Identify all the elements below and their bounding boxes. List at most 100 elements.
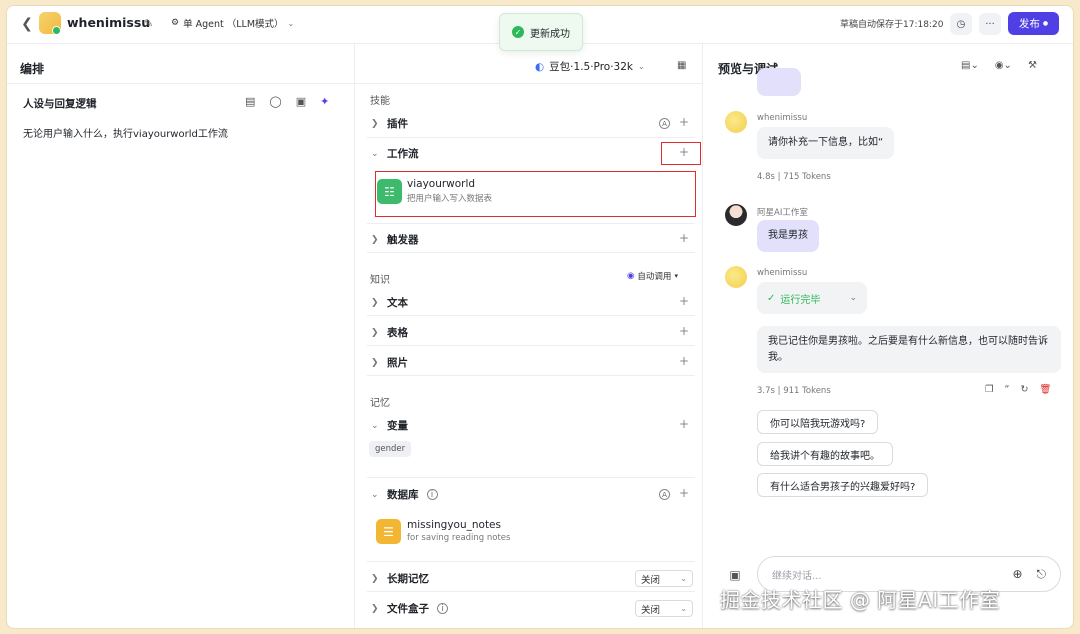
- auto-call-label: 自动调用: [637, 272, 672, 282]
- workflow-item-desc: 把用户输入写入数据表: [407, 194, 493, 204]
- add-trigger-icon[interactable]: +: [679, 231, 689, 245]
- file-box-row[interactable]: ❯ 文件盒子 i: [371, 601, 448, 616]
- online-badge-icon: [52, 26, 61, 35]
- workflow-item-name[interactable]: viayourworld: [407, 178, 475, 190]
- skills-label: 技能: [370, 96, 390, 107]
- microphone-icon[interactable]: ⎋: [1037, 567, 1047, 582]
- workflow-row[interactable]: ⌄ 工作流: [371, 146, 419, 161]
- auto-icon[interactable]: A: [659, 118, 670, 129]
- more-button[interactable]: ···: [979, 13, 1001, 35]
- add-table-icon[interactable]: +: [679, 324, 689, 338]
- divider: [367, 345, 695, 346]
- chevron-down-icon: ⌄: [849, 293, 857, 303]
- suggestion-chip[interactable]: 有什么适合男孩子的兴趣爱好吗?: [757, 473, 929, 497]
- grid-icon[interactable]: ▦: [677, 60, 686, 71]
- suggestion-chip[interactable]: 你可以陪我玩游戏吗?: [757, 410, 879, 434]
- chevron-down-icon: ⌄: [371, 148, 379, 159]
- file-box-select[interactable]: 关闭 ⌄: [635, 600, 693, 617]
- edit-icon[interactable]: ✎: [144, 17, 153, 30]
- sparkle-icon[interactable]: ✦: [320, 95, 329, 108]
- chevron-right-icon: ❯: [371, 234, 379, 245]
- bulb-icon[interactable]: ◯: [269, 95, 281, 108]
- success-check-icon: ✓: [512, 26, 524, 38]
- auto-call-selector[interactable]: ◉ 自动调用 ▾: [627, 270, 678, 282]
- knowledge-label: 知识: [370, 275, 390, 286]
- model-selector[interactable]: ◐ 豆包·1.5·Pro·32k ⌄: [535, 59, 645, 74]
- chevron-right-icon: ❯: [371, 297, 379, 308]
- auto-icon[interactable]: A: [659, 489, 670, 500]
- message-actions: ❐ “ ↻ 🗑: [985, 384, 1051, 395]
- dot-icon: ●: [1042, 20, 1049, 27]
- add-attachment-icon[interactable]: ⊕: [1012, 567, 1022, 582]
- info-icon: i: [437, 603, 448, 614]
- history-icon[interactable]: ◷: [950, 13, 972, 35]
- refresh-icon[interactable]: ↻: [1020, 384, 1028, 395]
- photo-row[interactable]: ❯ 照片: [371, 355, 408, 370]
- add-photo-icon[interactable]: +: [679, 354, 689, 368]
- check-circle-icon: ✓: [767, 292, 776, 304]
- copy-icon[interactable]: ❐: [985, 384, 994, 395]
- divider: [367, 137, 695, 138]
- quote-icon[interactable]: “: [1005, 384, 1010, 395]
- variables-row[interactable]: ⌄ 变量: [371, 418, 408, 433]
- bug-icon[interactable]: ◉⌄: [995, 60, 1012, 71]
- preview-panel: 预览与调试 ▤⌄ ◉⌄ ⚒ whenimissu 请你补充一下信息，比如“ 4.…: [703, 44, 1073, 628]
- plugins-row[interactable]: ❯ 插件: [371, 116, 408, 131]
- chevron-down-icon: ⌄: [637, 62, 645, 71]
- delete-icon[interactable]: 🗑: [1039, 384, 1051, 395]
- layout-icon[interactable]: ▤⌄: [961, 60, 979, 71]
- add-variable-icon[interactable]: +: [679, 417, 689, 431]
- long-memory-label: 长期记忆: [387, 573, 429, 585]
- text-label: 文本: [387, 297, 408, 309]
- variable-tag[interactable]: gender: [369, 441, 412, 457]
- table-row[interactable]: ❯ 表格: [371, 325, 408, 340]
- db-item-name[interactable]: missingyou_notes: [407, 519, 501, 531]
- chevron-right-icon: ❯: [371, 327, 379, 338]
- wrench-icon[interactable]: ⚒: [1028, 60, 1037, 71]
- memory-label: 记忆: [370, 398, 390, 409]
- chevron-right-icon: ❯: [371, 573, 379, 584]
- success-toast: ✓ 更新成功: [499, 13, 583, 51]
- add-text-icon[interactable]: +: [679, 294, 689, 308]
- caret-down-icon: ▾: [674, 272, 678, 280]
- divider: [7, 83, 355, 84]
- plugins-label: 插件: [387, 118, 408, 130]
- agent-icon: ⚙: [171, 18, 180, 28]
- long-memory-select[interactable]: 关闭 ⌄: [635, 570, 693, 587]
- chevron-down-icon: ⌄: [680, 604, 687, 613]
- message-sender: whenimissu: [757, 113, 808, 123]
- expand-icon[interactable]: ▣: [296, 95, 306, 108]
- bot-message: 请你补充一下信息，比如“: [757, 127, 895, 159]
- database-row[interactable]: ⌄ 数据库 i: [371, 487, 438, 502]
- input-actions: ⊕ ⎋: [1012, 567, 1046, 582]
- agent-mode-selector[interactable]: ⚙ 单 Agent （LLM模式） ⌄: [171, 16, 294, 30]
- divider: [367, 561, 695, 562]
- template-icon[interactable]: ▤: [245, 95, 255, 108]
- text-row[interactable]: ❯ 文本: [371, 295, 408, 310]
- bot-message: 我已记住你是男孩啦。之后要是有什么新信息，也可以随时告诉我。: [757, 326, 1061, 373]
- run-status-panel[interactable]: ✓ 运行完毕 ⌄: [757, 282, 867, 314]
- workflow-label: 工作流: [387, 148, 419, 160]
- persona-text[interactable]: 无论用户输入什么，执行viayourworld工作流: [23, 125, 228, 140]
- watermark: 掘金技术社区 @ 阿星AI工作室: [720, 588, 1001, 612]
- chevron-right-icon: ❯: [371, 603, 379, 614]
- publish-label: 发布: [1018, 18, 1040, 30]
- add-workflow-icon[interactable]: +: [679, 145, 689, 159]
- long-memory-row[interactable]: ❯ 长期记忆: [371, 571, 429, 586]
- back-icon[interactable]: ❮: [19, 16, 35, 32]
- info-icon: i: [426, 489, 438, 500]
- persona-toolbar: ▤ ◯ ▣ ✦: [245, 95, 329, 108]
- clear-context-icon[interactable]: ▣: [725, 565, 745, 585]
- model-name: 豆包·1.5·Pro·32k: [549, 61, 633, 73]
- message-meta: 4.8s | 715 Tokens: [757, 172, 831, 182]
- persona-title: 人设与回复逻辑: [23, 98, 97, 110]
- triggers-row[interactable]: ❯ 触发器: [371, 232, 419, 247]
- add-plugin-icon[interactable]: +: [679, 115, 689, 129]
- add-database-icon[interactable]: +: [679, 486, 689, 500]
- divider: [367, 252, 695, 253]
- divider: [367, 315, 695, 316]
- run-status-label: 运行完毕: [780, 294, 821, 306]
- suggestion-chip[interactable]: 给我讲个有趣的故事吧。: [757, 442, 893, 466]
- publish-button[interactable]: 发布 ●: [1008, 12, 1059, 35]
- triggers-label: 触发器: [387, 234, 419, 246]
